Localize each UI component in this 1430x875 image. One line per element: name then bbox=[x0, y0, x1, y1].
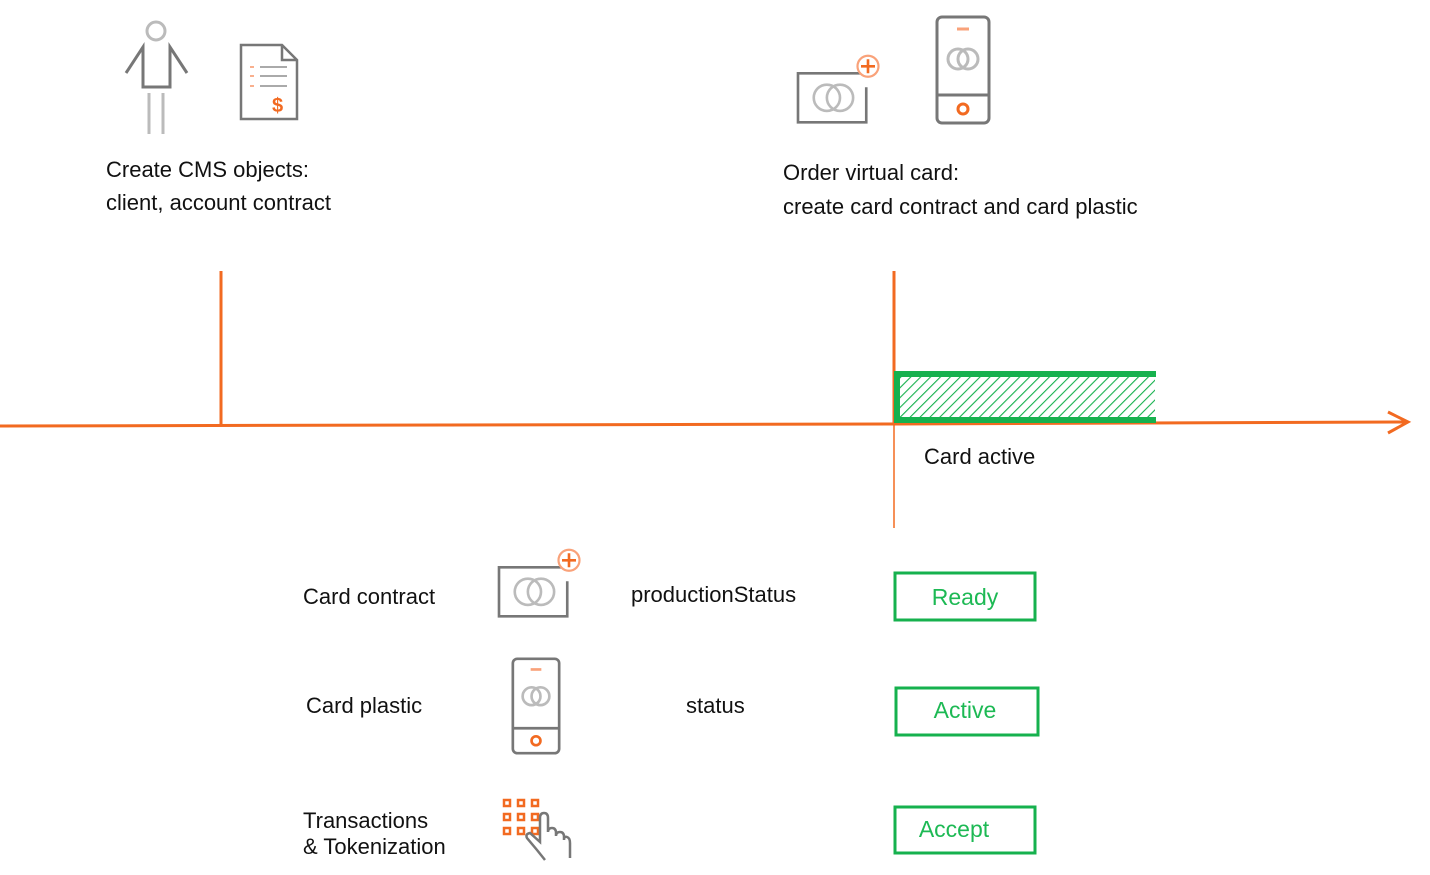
keypad-touch-icon bbox=[502, 798, 572, 861]
step1-subtitle: client, account contract bbox=[106, 190, 331, 215]
row-field-production-status: productionStatus bbox=[631, 582, 796, 607]
mobile-card-icon bbox=[935, 15, 991, 125]
mobile-card-icon bbox=[511, 657, 561, 755]
person-icon bbox=[124, 20, 189, 134]
card-lifecycle-diagram: $ Create CMS objects: client, account co… bbox=[0, 15, 1412, 861]
row-field-status: status bbox=[686, 693, 745, 718]
status-value-active: Active bbox=[934, 697, 997, 723]
invoice-document-icon: $ bbox=[239, 43, 299, 121]
status-value-accept: Accept bbox=[919, 816, 990, 842]
row-label-card-plastic: Card plastic bbox=[306, 693, 422, 718]
step2-title: Order virtual card: bbox=[783, 160, 959, 185]
svg-text:$: $ bbox=[272, 95, 283, 117]
row-label-tokenization: & Tokenization bbox=[303, 834, 446, 859]
timeline-axis bbox=[0, 420, 1406, 428]
status-value-ready: Ready bbox=[932, 584, 999, 610]
row-label-card-contract: Card contract bbox=[303, 584, 435, 609]
timeline bbox=[0, 271, 1412, 528]
card-active-label: Card active bbox=[924, 444, 1035, 469]
card-active-period-bar bbox=[894, 371, 1156, 423]
add-card-icon bbox=[796, 54, 880, 124]
step1-title: Create CMS objects: bbox=[106, 157, 309, 182]
step2-subtitle: create card contract and card plastic bbox=[783, 194, 1138, 219]
add-card-icon bbox=[497, 548, 581, 618]
row-label-transactions: Transactions bbox=[303, 808, 428, 833]
